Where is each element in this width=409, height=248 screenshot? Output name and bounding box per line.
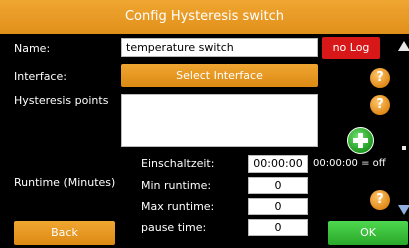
max-runtime-input[interactable]: 0 bbox=[248, 198, 308, 215]
plus-icon bbox=[353, 133, 368, 148]
scroll-down-icon[interactable] bbox=[398, 205, 409, 215]
min-runtime-label: Min runtime: bbox=[141, 179, 212, 192]
help-icon-hysteresis[interactable]: ? bbox=[370, 95, 390, 115]
runtime-label: Runtime (Minutes) bbox=[14, 176, 116, 189]
ok-button[interactable]: OK bbox=[328, 221, 408, 245]
back-button[interactable]: Back bbox=[14, 221, 115, 245]
einschaltzeit-input[interactable]: 00:00:00 bbox=[248, 155, 308, 173]
min-runtime-input[interactable]: 0 bbox=[248, 177, 308, 194]
scroll-indicator bbox=[402, 146, 406, 150]
window-title: Config Hysteresis switch bbox=[0, 0, 409, 34]
pause-time-input[interactable]: 0 bbox=[248, 219, 308, 236]
name-label: Name: bbox=[14, 42, 51, 55]
no-log-button[interactable]: no Log bbox=[322, 37, 380, 59]
max-runtime-label: Max runtime: bbox=[141, 200, 215, 213]
add-point-button[interactable] bbox=[347, 127, 374, 154]
name-input[interactable]: temperature switch bbox=[121, 38, 318, 57]
interface-label: Interface: bbox=[14, 70, 67, 83]
scroll-up-icon[interactable] bbox=[398, 41, 409, 51]
hysteresis-points-field[interactable] bbox=[121, 94, 318, 147]
select-interface-button[interactable]: Select Interface bbox=[121, 64, 318, 87]
pause-time-label: pause time: bbox=[141, 221, 207, 234]
einschaltzeit-label: Einschaltzeit: bbox=[141, 157, 215, 170]
hysteresis-label: Hysteresis points bbox=[14, 94, 109, 107]
einschaltzeit-hint: 00:00:00 = off bbox=[313, 158, 386, 169]
help-icon-interface[interactable]: ? bbox=[370, 68, 390, 88]
help-icon-runtime[interactable]: ? bbox=[370, 190, 390, 210]
